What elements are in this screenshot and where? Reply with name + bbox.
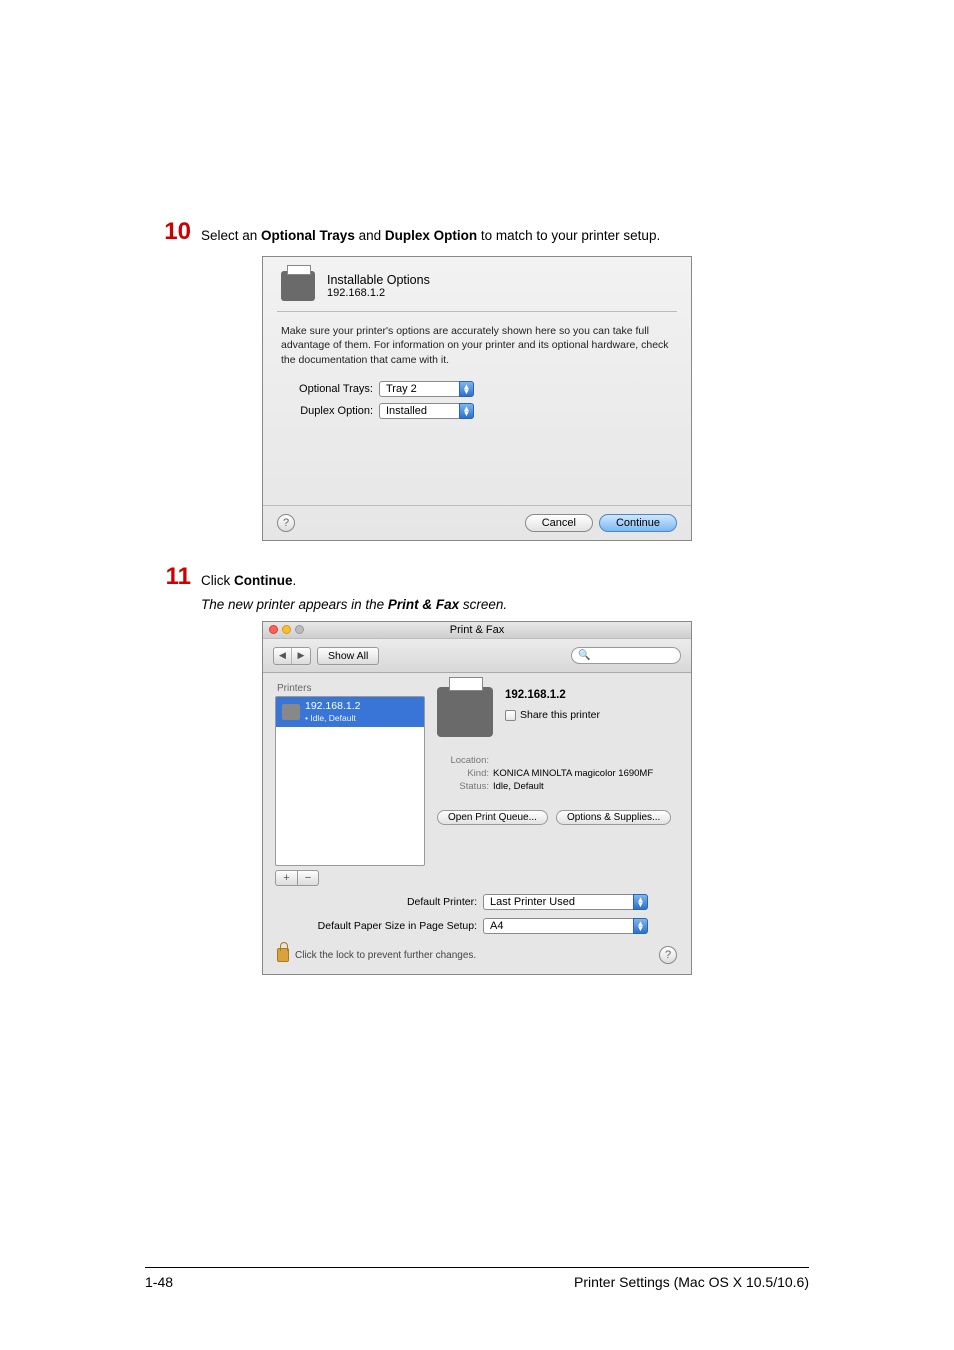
t: to match to your printer setup. (477, 228, 660, 243)
duplex-option-label: Duplex Option: (281, 405, 379, 417)
t: screen. (459, 597, 507, 612)
installable-options-dialog: Installable Options 192.168.1.2 Make sur… (262, 256, 692, 541)
forward-icon[interactable]: ▶ (292, 648, 310, 664)
default-printer-label: Default Printer: (275, 896, 483, 908)
status-value: Idle, Default (493, 781, 544, 792)
add-printer-button[interactable]: + (275, 870, 297, 886)
options-supplies-button[interactable]: Options & Supplies... (556, 810, 671, 825)
lock-text: Click the lock to prevent further change… (295, 950, 476, 961)
optional-trays-value: Tray 2 (379, 381, 459, 397)
nav-back-forward[interactable]: ◀ ▶ (273, 647, 311, 665)
footer-title: Printer Settings (Mac OS X 10.5/10.6) (574, 1274, 809, 1290)
dialog-note: Make sure your printer's options are acc… (263, 312, 691, 381)
duplex-option-value: Installed (379, 403, 459, 419)
step-number-10: 10 (145, 220, 191, 244)
chevron-updown-icon: ▲▼ (633, 894, 648, 910)
search-icon: 🔍 (578, 650, 590, 661)
step-number-11: 11 (145, 565, 191, 589)
optional-trays-label: Optional Trays: (281, 383, 379, 395)
remove-printer-button[interactable]: − (297, 870, 319, 886)
printers-list[interactable]: 192.168.1.2 • Idle, Default (275, 696, 425, 866)
zoom-icon[interactable] (295, 625, 304, 634)
back-icon[interactable]: ◀ (274, 648, 292, 664)
minimize-icon[interactable] (282, 625, 291, 634)
kind-key: Kind: (443, 768, 489, 779)
default-paper-value: A4 (483, 918, 633, 934)
chevron-updown-icon: ▲▼ (459, 381, 474, 397)
printers-header: Printers (275, 683, 425, 696)
b: Duplex Option (385, 228, 477, 243)
search-input[interactable]: 🔍 (571, 647, 681, 664)
help-button[interactable]: ? (277, 514, 295, 532)
lock-icon[interactable] (277, 948, 289, 962)
printer-icon (281, 271, 315, 301)
cancel-button[interactable]: Cancel (525, 514, 593, 532)
list-item-name: 192.168.1.2 (305, 701, 360, 713)
step10-text: Select an Optional Trays and Duplex Opti… (201, 220, 809, 246)
window-title: Print & Fax (450, 624, 504, 636)
chevron-updown-icon: ▲▼ (459, 403, 474, 419)
t: Select an (201, 228, 261, 243)
share-printer-checkbox[interactable] (505, 710, 516, 721)
b: Print & Fax (388, 597, 459, 612)
default-printer-select[interactable]: Last Printer Used ▲▼ (483, 894, 648, 910)
t: and (355, 228, 385, 243)
show-all-button[interactable]: Show All (317, 647, 379, 665)
page-number: 1-48 (145, 1274, 173, 1290)
optional-trays-select[interactable]: Tray 2 ▲▼ (379, 381, 474, 397)
default-paper-label: Default Paper Size in Page Setup: (275, 920, 483, 932)
printer-icon (282, 704, 300, 720)
t: The new printer appears in the (201, 597, 388, 612)
chevron-updown-icon: ▲▼ (633, 918, 648, 934)
t: Click (201, 573, 234, 588)
share-printer-label: Share this printer (520, 709, 600, 721)
list-item-status: • Idle, Default (305, 713, 360, 723)
kind-value: KONICA MINOLTA magicolor 1690MF (493, 768, 653, 779)
status-key: Status: (443, 781, 489, 792)
print-and-fax-window: Print & Fax ◀ ▶ Show All 🔍 Printers 192.… (262, 621, 692, 975)
location-key: Location: (443, 755, 489, 766)
printer-large-icon (437, 687, 493, 737)
printer-name: 192.168.1.2 (505, 689, 600, 701)
duplex-option-select[interactable]: Installed ▲▼ (379, 403, 474, 419)
close-icon[interactable] (269, 625, 278, 634)
dialog-title: Installable Options (327, 273, 430, 287)
default-printer-value: Last Printer Used (483, 894, 633, 910)
b: Optional Trays (261, 228, 355, 243)
continue-button[interactable]: Continue (599, 514, 677, 532)
step11-text: Click Continue. (201, 571, 809, 591)
list-item[interactable]: 192.168.1.2 • Idle, Default (276, 697, 424, 727)
help-button[interactable]: ? (659, 946, 677, 964)
t: . (293, 573, 297, 588)
step11-caption: The new printer appears in the Print & F… (201, 595, 809, 615)
window-titlebar: Print & Fax (263, 622, 691, 639)
b: Continue (234, 573, 293, 588)
dialog-subtitle: 192.168.1.2 (327, 287, 430, 299)
default-paper-select[interactable]: A4 ▲▼ (483, 918, 648, 934)
open-print-queue-button[interactable]: Open Print Queue... (437, 810, 548, 825)
